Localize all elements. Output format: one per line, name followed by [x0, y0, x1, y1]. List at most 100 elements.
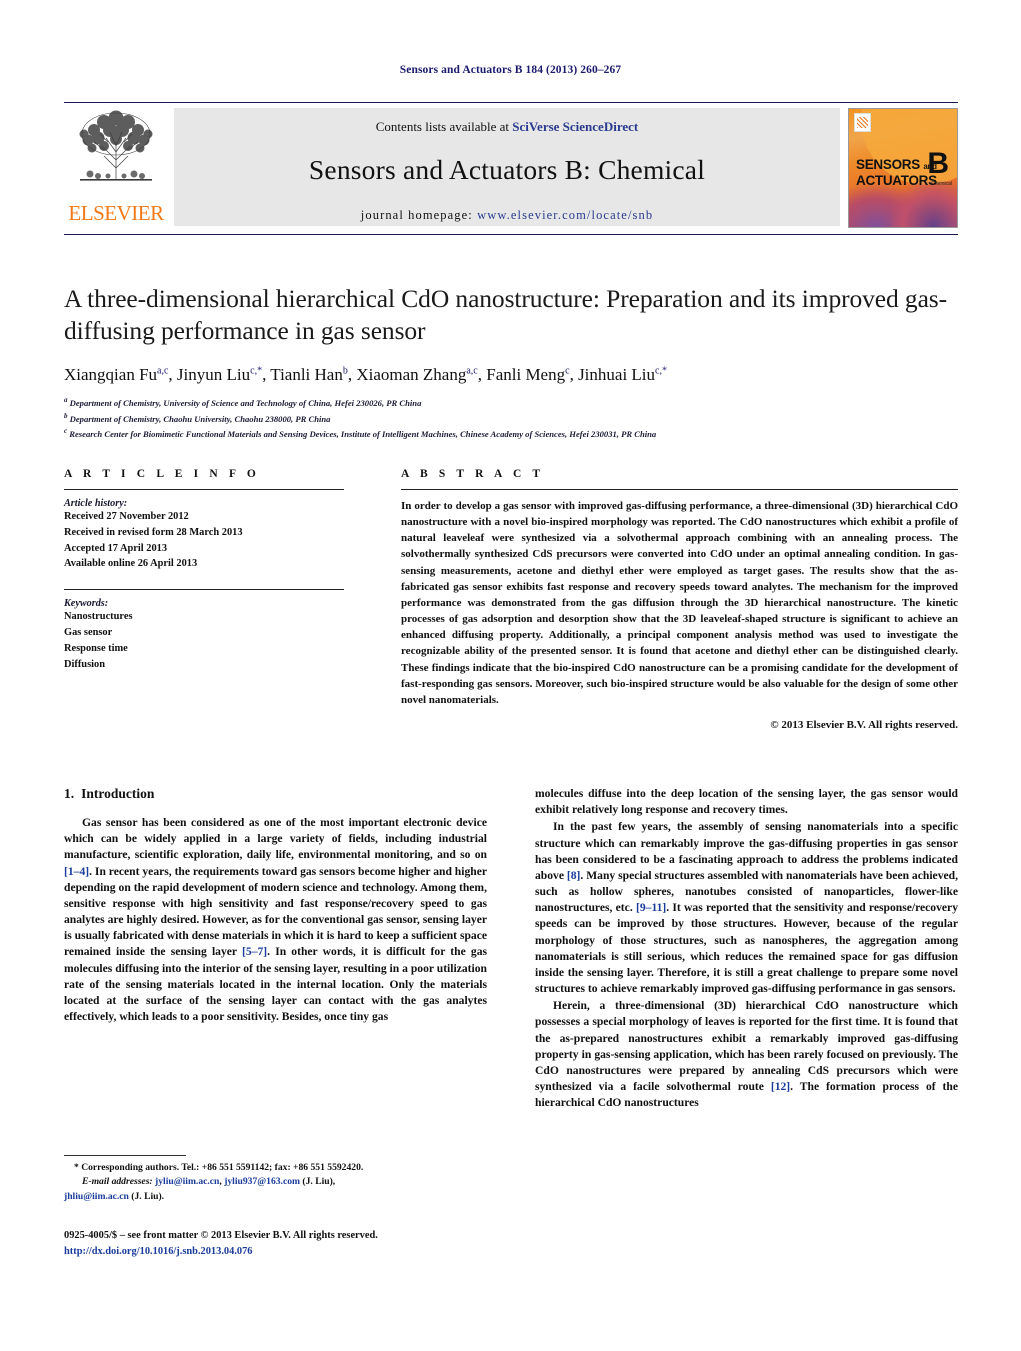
affiliation-text: Research Center for Biomimetic Functiona… — [69, 429, 657, 440]
email-attribution-1: (J. Liu), — [302, 1176, 336, 1188]
keywords-label: Keywords: — [64, 598, 109, 610]
cover-elsevier-mark-icon — [854, 113, 871, 132]
cover-word-sensors: SENSORS — [856, 157, 920, 172]
affiliation-item: c Research Center for Biomimetic Functio… — [64, 426, 958, 442]
keyword-item: Nanostructures — [64, 611, 133, 623]
affiliation-marker: a — [64, 395, 68, 404]
citation-reference[interactable]: [12] — [771, 1080, 790, 1093]
citation-reference[interactable]: [5–7] — [242, 945, 267, 958]
author-name: Jinhuai Liu — [578, 364, 656, 384]
contents-available-line: Contents lists available at SciVerse Sci… — [174, 108, 840, 135]
journal-homepage-line: journal homepage: www.elsevier.com/locat… — [174, 208, 840, 223]
abstract-column: A B S T R A C T In order to develop a ga… — [401, 468, 958, 731]
sciencedirect-link[interactable]: SciVerse ScienceDirect — [512, 119, 638, 134]
colophon: 0925-4005/$ – see front matter © 2013 El… — [64, 1228, 524, 1259]
history-item: Received 27 November 2012 — [64, 511, 189, 522]
affiliation-text: Department of Chemistry, Chaohu Universi… — [69, 413, 331, 424]
keyword-item: Diffusion — [64, 658, 105, 670]
body-column-left: 1. Introduction Gas sensor has been consi… — [64, 786, 487, 1112]
history-item: Accepted 17 April 2013 — [64, 542, 168, 554]
corresponding-author-footnote: * Corresponding authors. Tel.: +86 551 5… — [64, 1155, 487, 1204]
citation-reference[interactable]: [9–11] — [636, 901, 666, 914]
author-entry: Jinhuai Liuc,* — [578, 365, 667, 384]
section-title: Introduction — [81, 786, 155, 801]
abstract-heading: A B S T R A C T — [401, 468, 545, 480]
author-list: Xiangqian Fua,c, Jinyun Liuc,*, Tianli H… — [64, 364, 667, 384]
journal-masthead: ELSEVIER Contents lists available at Sci… — [64, 102, 958, 235]
author-entry: Xiangqian Fua,c — [64, 365, 168, 384]
cover-gradient-lower-right — [891, 181, 957, 227]
author-affil-marker: b — [342, 365, 348, 377]
email-addresses-label: E-mail addresses: — [82, 1176, 153, 1188]
author-entry: Xiaoman Zhanga,c — [356, 365, 477, 384]
author-affil-marker: c — [565, 365, 570, 377]
author-affil-marker: a,c — [466, 365, 478, 377]
journal-cover-thumbnail: SENSORS and ACTUATORS B Chemical — [848, 108, 958, 228]
affiliation-item: b Department of Chemistry, Chaohu Univer… — [64, 411, 958, 427]
affiliation-marker: c — [64, 427, 68, 436]
citation-reference[interactable]: [1–4] — [64, 865, 89, 878]
affiliation-list: a Department of Chemistry, University of… — [64, 395, 958, 442]
abstract-rule — [401, 489, 958, 490]
section-heading-introduction: 1. Introduction — [64, 786, 487, 802]
email-attribution-2: (J. Liu). — [131, 1190, 165, 1202]
author-affil-marker: a,c — [157, 365, 169, 377]
author-name: Fanli Meng — [486, 364, 566, 384]
elsevier-wordmark: ELSEVIER — [68, 201, 164, 225]
affiliation-text: Department of Chemistry, University of S… — [69, 397, 422, 408]
keyword-item: Gas sensor — [64, 627, 113, 639]
author-affil-marker: c,* — [655, 365, 667, 377]
masthead-bottom-rule — [64, 234, 958, 235]
doi-link[interactable]: http://dx.doi.org/10.1016/j.snb.2013.04.… — [64, 1244, 524, 1260]
contents-prefix: Contents lists available at — [375, 119, 513, 134]
paragraph: Gas sensor has been considered as one of… — [64, 816, 488, 1024]
email-link-3[interactable]: jhliu@iim.ac.cn — [64, 1191, 129, 1202]
body-column-right: molecules diffuse into the deep location… — [535, 786, 958, 1112]
title-block: A three-dimensional hierarchical CdO nan… — [64, 283, 958, 442]
citation-reference[interactable]: [8] — [567, 869, 581, 882]
author-name: Tianli Han — [270, 364, 343, 384]
footnote-email-line: E-mail addresses: jyliu@iim.ac.cn, jyliu… — [82, 1176, 336, 1188]
elsevier-logo: ELSEVIER — [64, 108, 168, 226]
abstract-text: In order to develop a gas sensor with im… — [401, 500, 958, 706]
email-link-1[interactable]: jyliu@iim.ac.cn — [155, 1176, 219, 1187]
abstract-copyright: © 2013 Elsevier B.V. All rights reserved… — [770, 719, 958, 732]
paragraph: In the past few years, the assembly of s… — [535, 820, 958, 996]
cover-series-sublabel: Chemical — [931, 181, 952, 187]
author-affil-marker: c,* — [250, 365, 263, 377]
footnote-email-line-2: jhliu@iim.ac.cn (J. Liu). — [64, 1190, 487, 1204]
paragraph: Herein, a three-dimensional (3D) hierarc… — [535, 999, 958, 1110]
history-item: Received in revised form 28 March 2013 — [64, 526, 243, 538]
masthead-center-panel: Contents lists available at SciVerse Sci… — [174, 108, 840, 226]
paragraph: molecules diffuse into the deep location… — [535, 787, 958, 817]
journal-homepage-link[interactable]: www.elsevier.com/locate/snb — [477, 208, 653, 222]
section-number: 1. — [64, 786, 75, 801]
article-info-column: A R T I C L E I N F O Article history: R… — [64, 468, 344, 731]
journal-title: Sensors and Actuators B: Chemical — [308, 154, 706, 185]
issn-front-matter-line: 0925-4005/$ – see front matter © 2013 El… — [64, 1230, 378, 1241]
author-entry: Fanli Mengc — [486, 365, 569, 384]
footnote-corresponding-line: * Corresponding authors. Tel.: +86 551 5… — [74, 1162, 364, 1173]
email-link-2[interactable]: jyliu937@163.com — [224, 1176, 300, 1187]
article-history-label: Article history: — [64, 498, 128, 509]
keywords-block: Keywords: Nanostructures Gas sensor Resp… — [64, 598, 344, 672]
history-item: Available online 26 April 2013 — [64, 558, 198, 570]
article-info-heading: A R T I C L E I N F O — [64, 468, 260, 480]
body-columns: 1. Introduction Gas sensor has been consi… — [64, 786, 958, 1112]
keyword-item: Response time — [64, 642, 128, 654]
affiliation-marker: b — [64, 411, 68, 420]
running-head: Sensors and Actuators B 184 (2013) 260–2… — [399, 64, 622, 76]
homepage-prefix: journal homepage: — [360, 208, 473, 222]
footnote-rule — [64, 1155, 186, 1156]
author-name: Jinyun Liu — [176, 364, 251, 384]
author-name: Xiaoman Zhang — [356, 364, 467, 384]
affiliation-item: a Department of Chemistry, University of… — [64, 395, 958, 411]
corresponding-author-star-icon: * — [257, 365, 263, 377]
keywords-rule — [64, 589, 344, 591]
author-entry: Tianli Hanb — [270, 365, 348, 384]
corresponding-author-star-icon: * — [661, 365, 667, 377]
page-title: A three-dimensional hierarchical CdO nan… — [64, 284, 948, 346]
cover-series-letter: B — [927, 147, 949, 180]
info-abstract-section: A R T I C L E I N F O Article history: R… — [64, 468, 958, 731]
author-entry: Jinyun Liuc,* — [177, 365, 262, 384]
